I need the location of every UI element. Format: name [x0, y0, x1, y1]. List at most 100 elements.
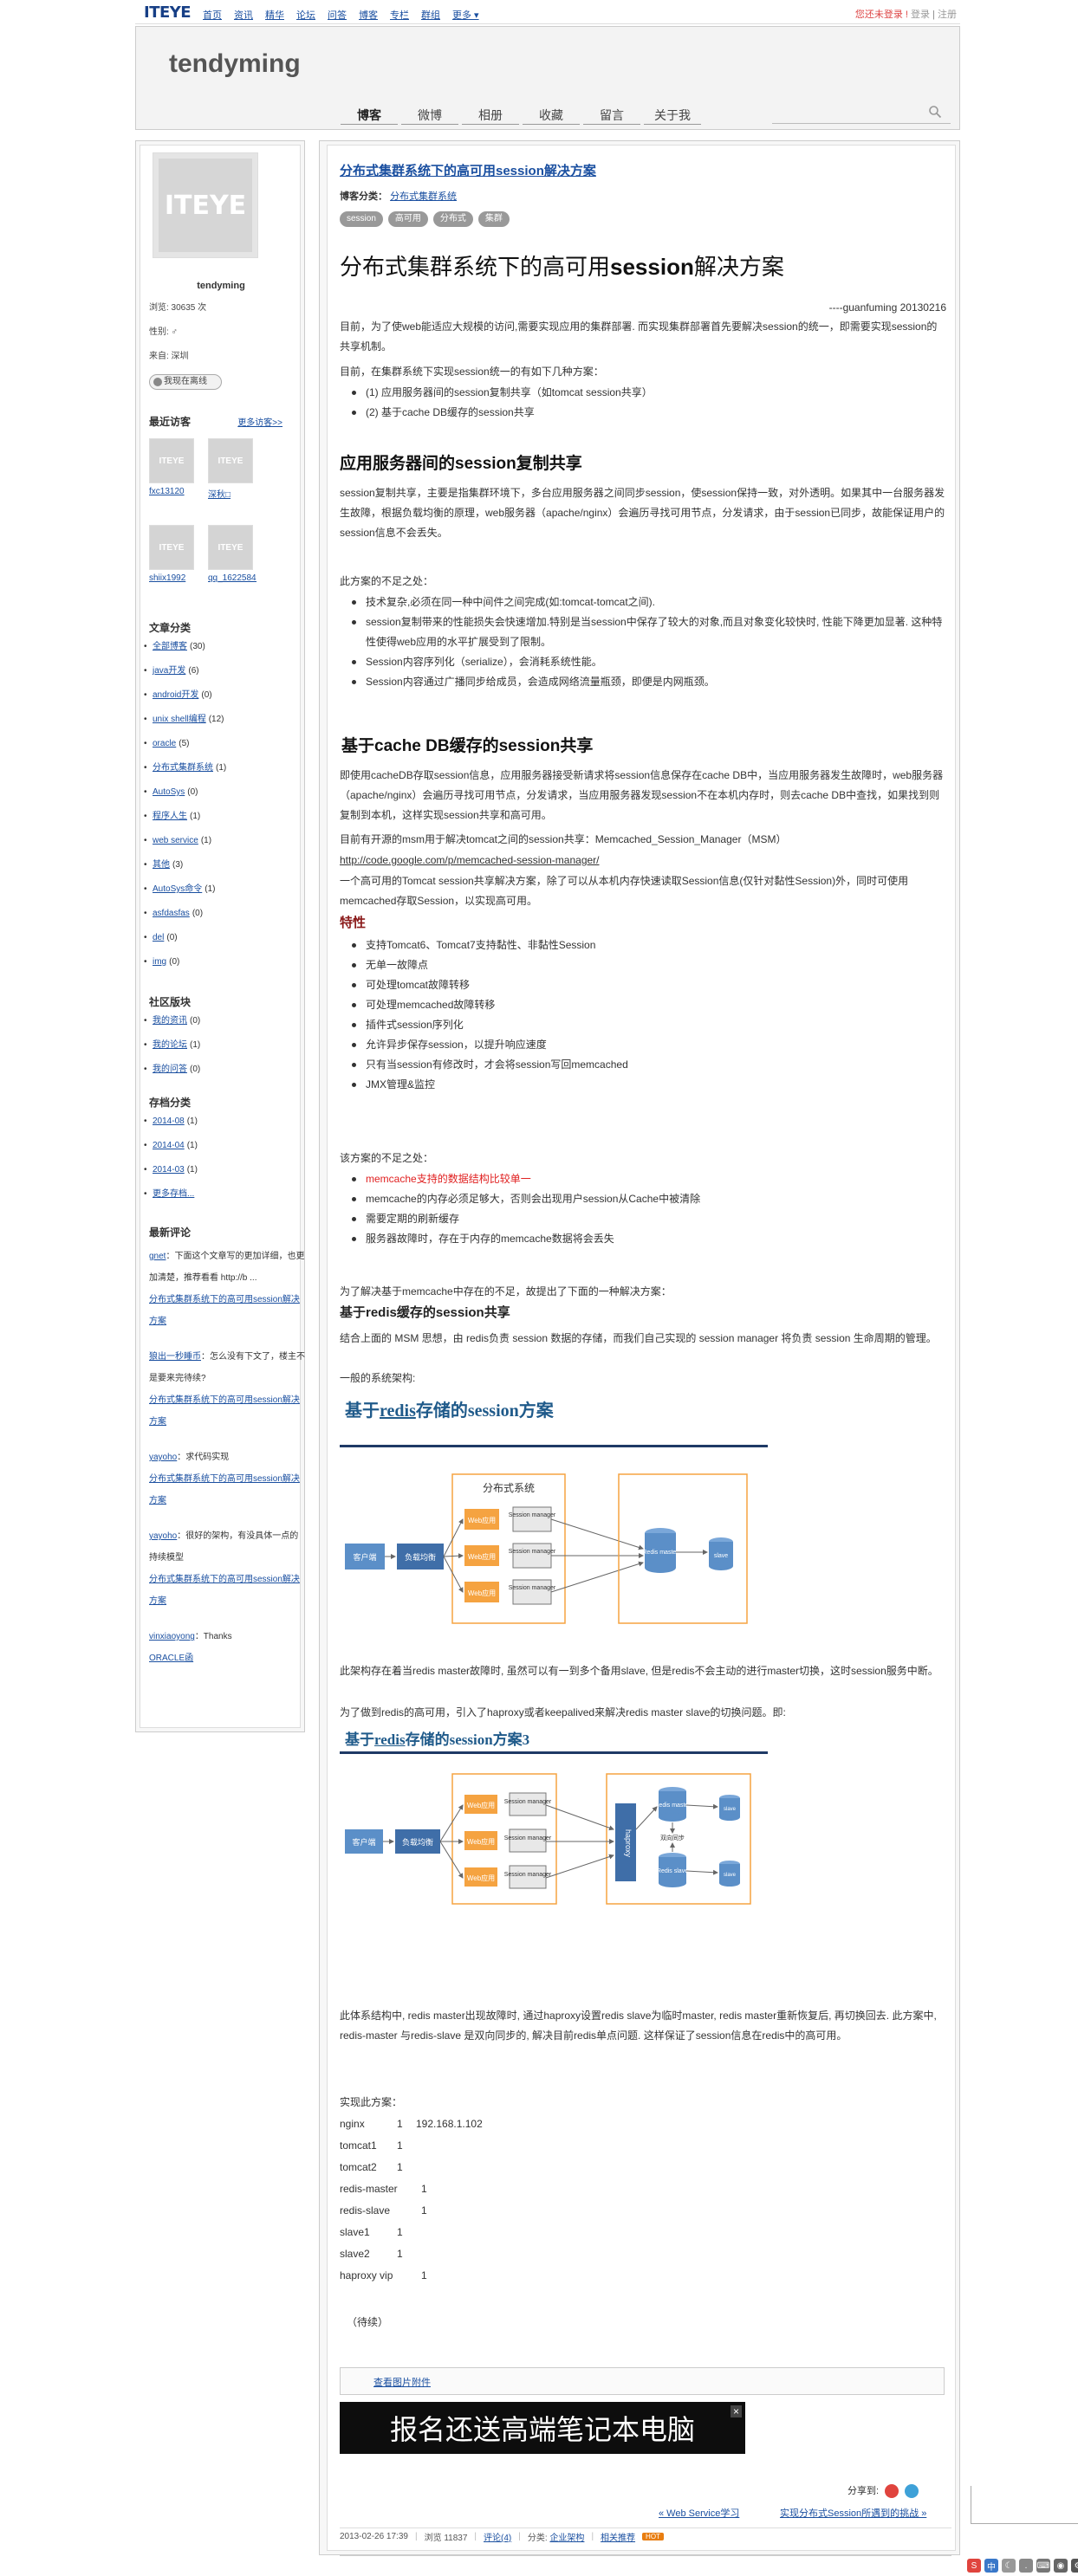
view-attachments-link[interactable]: 查看图片附件 [373, 2375, 431, 2389]
svg-text:Session manager: Session manager [504, 1799, 552, 1805]
tab-blog[interactable]: 博客 [341, 107, 398, 125]
visitor-item[interactable]: ITEYE 深秋□ [208, 438, 257, 500]
floating-panel [971, 2486, 1078, 2524]
list-item: 插件式session序列化 [340, 1015, 946, 1035]
advertisement-banner[interactable]: 报名还送高端笔记本电脑 × [340, 2402, 745, 2454]
language-icon[interactable]: 中 [984, 2559, 998, 2573]
comment-post-link[interactable]: 分布式集群系统下的高可用session解决方案 [149, 1395, 300, 1427]
comment-post-link[interactable]: 分布式集群系统下的高可用session解决方案 [149, 1295, 300, 1326]
category-item-link[interactable]: web service [153, 836, 198, 845]
nav-more-dropdown[interactable]: 更多 ▾ [452, 8, 479, 22]
input-method-icon[interactable]: S [967, 2559, 981, 2573]
visitor-item[interactable]: ITEYE qq_16225843 [208, 525, 257, 583]
register-link[interactable]: 注册 [938, 10, 957, 20]
redis-diagram-title-1: 基于redis存储的session方案 [345, 1401, 554, 1421]
avatar[interactable]: ITEYE [153, 152, 258, 258]
community-item-link[interactable]: 我的资讯 [153, 1016, 187, 1026]
visitor-avatar[interactable]: ITEYE [208, 438, 253, 483]
visitor-name[interactable]: fxc13120 [149, 487, 198, 496]
category-item-link[interactable]: unix shell编程 [153, 715, 206, 724]
category-item-link[interactable]: android开发 [153, 690, 198, 700]
moon-icon[interactable]: ☾ [1002, 2559, 1016, 2573]
category-item-link[interactable]: 程序人生 [153, 812, 187, 821]
visitor-avatar[interactable]: ITEYE [149, 438, 194, 483]
archive-item-link[interactable]: 2014-03 [153, 1165, 185, 1175]
comment-user[interactable]: yayoho [149, 1531, 177, 1541]
category-item-link[interactable]: asfdasfas [153, 909, 190, 918]
category-item-link[interactable]: oracle [153, 739, 176, 748]
nav-featured[interactable]: 精华 [265, 8, 284, 22]
tab-messages[interactable]: 留言 [583, 107, 640, 125]
visitor-avatar[interactable]: ITEYE [149, 525, 194, 570]
tag-distributed[interactable]: 分布式 [432, 211, 473, 227]
blog-name[interactable]: tendyming [169, 49, 301, 79]
tab-weibo[interactable]: 微博 [401, 107, 458, 125]
search-icon[interactable] [928, 105, 942, 119]
comment-post-link[interactable]: 分布式集群系统下的高可用session解决方案 [149, 1474, 300, 1505]
settings-icon[interactable]: ⚙ [1071, 2559, 1078, 2573]
category-item-link[interactable]: java开发 [153, 666, 185, 676]
nav-blog[interactable]: 博客 [359, 8, 378, 22]
visitor-item[interactable]: ITEYE fxc13120 [149, 438, 198, 496]
prev-post-link[interactable]: « Web Service学习 [659, 2506, 739, 2520]
community-item-link[interactable]: 我的论坛 [153, 1040, 187, 1050]
login-status: 您还未登录 ! [854, 10, 908, 20]
comment-user[interactable]: gnet [149, 1252, 166, 1261]
category-item-link[interactable]: del [153, 933, 164, 942]
category-link[interactable]: 分布式集群系统 [390, 191, 457, 202]
search-input[interactable] [772, 103, 919, 122]
visitor-name[interactable]: shiix1992 [149, 573, 198, 583]
tencent-share-icon[interactable] [905, 2484, 919, 2499]
related-link[interactable]: 相关推荐 [601, 2530, 635, 2543]
msm-link[interactable]: http://code.google.com/p/memcached-sessi… [340, 851, 600, 871]
msm-intro: 目前有开源的msm用于解决tomcat之间的session共享：Memcache… [340, 833, 787, 845]
nav-qa[interactable]: 问答 [328, 8, 347, 22]
divider [340, 1751, 768, 1754]
comment-user[interactable]: 狼出一秒睡币 [149, 1352, 201, 1362]
next-post-link[interactable]: 实现分布式Session所遇到的挑战 » [780, 2506, 926, 2520]
nav-home[interactable]: 首页 [203, 8, 222, 22]
iteye-logo[interactable]: ITEYE [144, 3, 192, 22]
comment-post-link[interactable]: 分布式集群系统下的高可用session解决方案 [149, 1575, 300, 1606]
category-item-link[interactable]: 全部博客 [153, 642, 187, 651]
comment-user[interactable]: yayoho [149, 1453, 177, 1462]
community-item-link[interactable]: 我的问答 [153, 1065, 187, 1074]
tab-about[interactable]: 关于我 [644, 107, 701, 125]
more-visitors-link[interactable]: 更多访客>> [237, 415, 282, 428]
keyboard-icon[interactable]: ⌨ [1036, 2559, 1050, 2573]
nav-column[interactable]: 专栏 [390, 8, 409, 22]
post-category-link[interactable]: 企业架构 [549, 2534, 584, 2543]
tag-high-availability[interactable]: 高可用 [387, 211, 428, 227]
comment-user[interactable]: vinxiaoyong [149, 1632, 195, 1641]
tab-album[interactable]: 相册 [462, 107, 519, 125]
visitor-avatar[interactable]: ITEYE [208, 525, 253, 570]
category-item-link[interactable]: 分布式集群系统 [153, 763, 213, 773]
login-link[interactable]: 登录 [911, 10, 930, 20]
category-item-link[interactable]: img [153, 957, 166, 967]
visitor-item[interactable]: ITEYE shiix1992 [149, 525, 198, 583]
archive-item-link[interactable]: 2014-08 [153, 1116, 185, 1126]
punctuation-icon[interactable]: . [1019, 2559, 1033, 2573]
nav-group[interactable]: 群组 [421, 8, 440, 22]
online-status-button[interactable]: 我现在离线 [149, 374, 222, 390]
visitor-name[interactable]: 深秋□ [208, 487, 257, 500]
user-icon[interactable]: ◉ [1054, 2559, 1068, 2573]
nav-news[interactable]: 资讯 [234, 8, 253, 22]
archive-item-link[interactable]: 2014-04 [153, 1141, 185, 1150]
server-name: tomcat1 [340, 2139, 377, 2152]
nav-forum[interactable]: 论坛 [296, 8, 315, 22]
tag-cluster[interactable]: 集群 [477, 211, 510, 227]
category-item-link[interactable]: AutoSys命令 [153, 884, 202, 894]
archive-item-link[interactable]: 更多存档... [153, 1189, 194, 1199]
category-item-link[interactable]: 其他 [153, 860, 170, 870]
post-comments-link[interactable]: 评论(4) [484, 2530, 511, 2543]
weibo-share-icon[interactable] [885, 2484, 899, 2499]
tag-session[interactable]: session [340, 211, 383, 227]
list-item: 只有当session有修改时，才会将session写回memcached [340, 1055, 946, 1075]
tab-favorites[interactable]: 收藏 [523, 107, 580, 125]
ad-close-icon[interactable]: × [730, 2405, 742, 2417]
visitor-name[interactable]: qq_16225843 [208, 573, 257, 583]
post-title-link[interactable]: 分布式集群系统下的高可用session解决方案 [340, 164, 596, 178]
category-item-link[interactable]: AutoSys [153, 787, 185, 797]
comment-post-link[interactable]: ORACLE函 [149, 1654, 193, 1663]
